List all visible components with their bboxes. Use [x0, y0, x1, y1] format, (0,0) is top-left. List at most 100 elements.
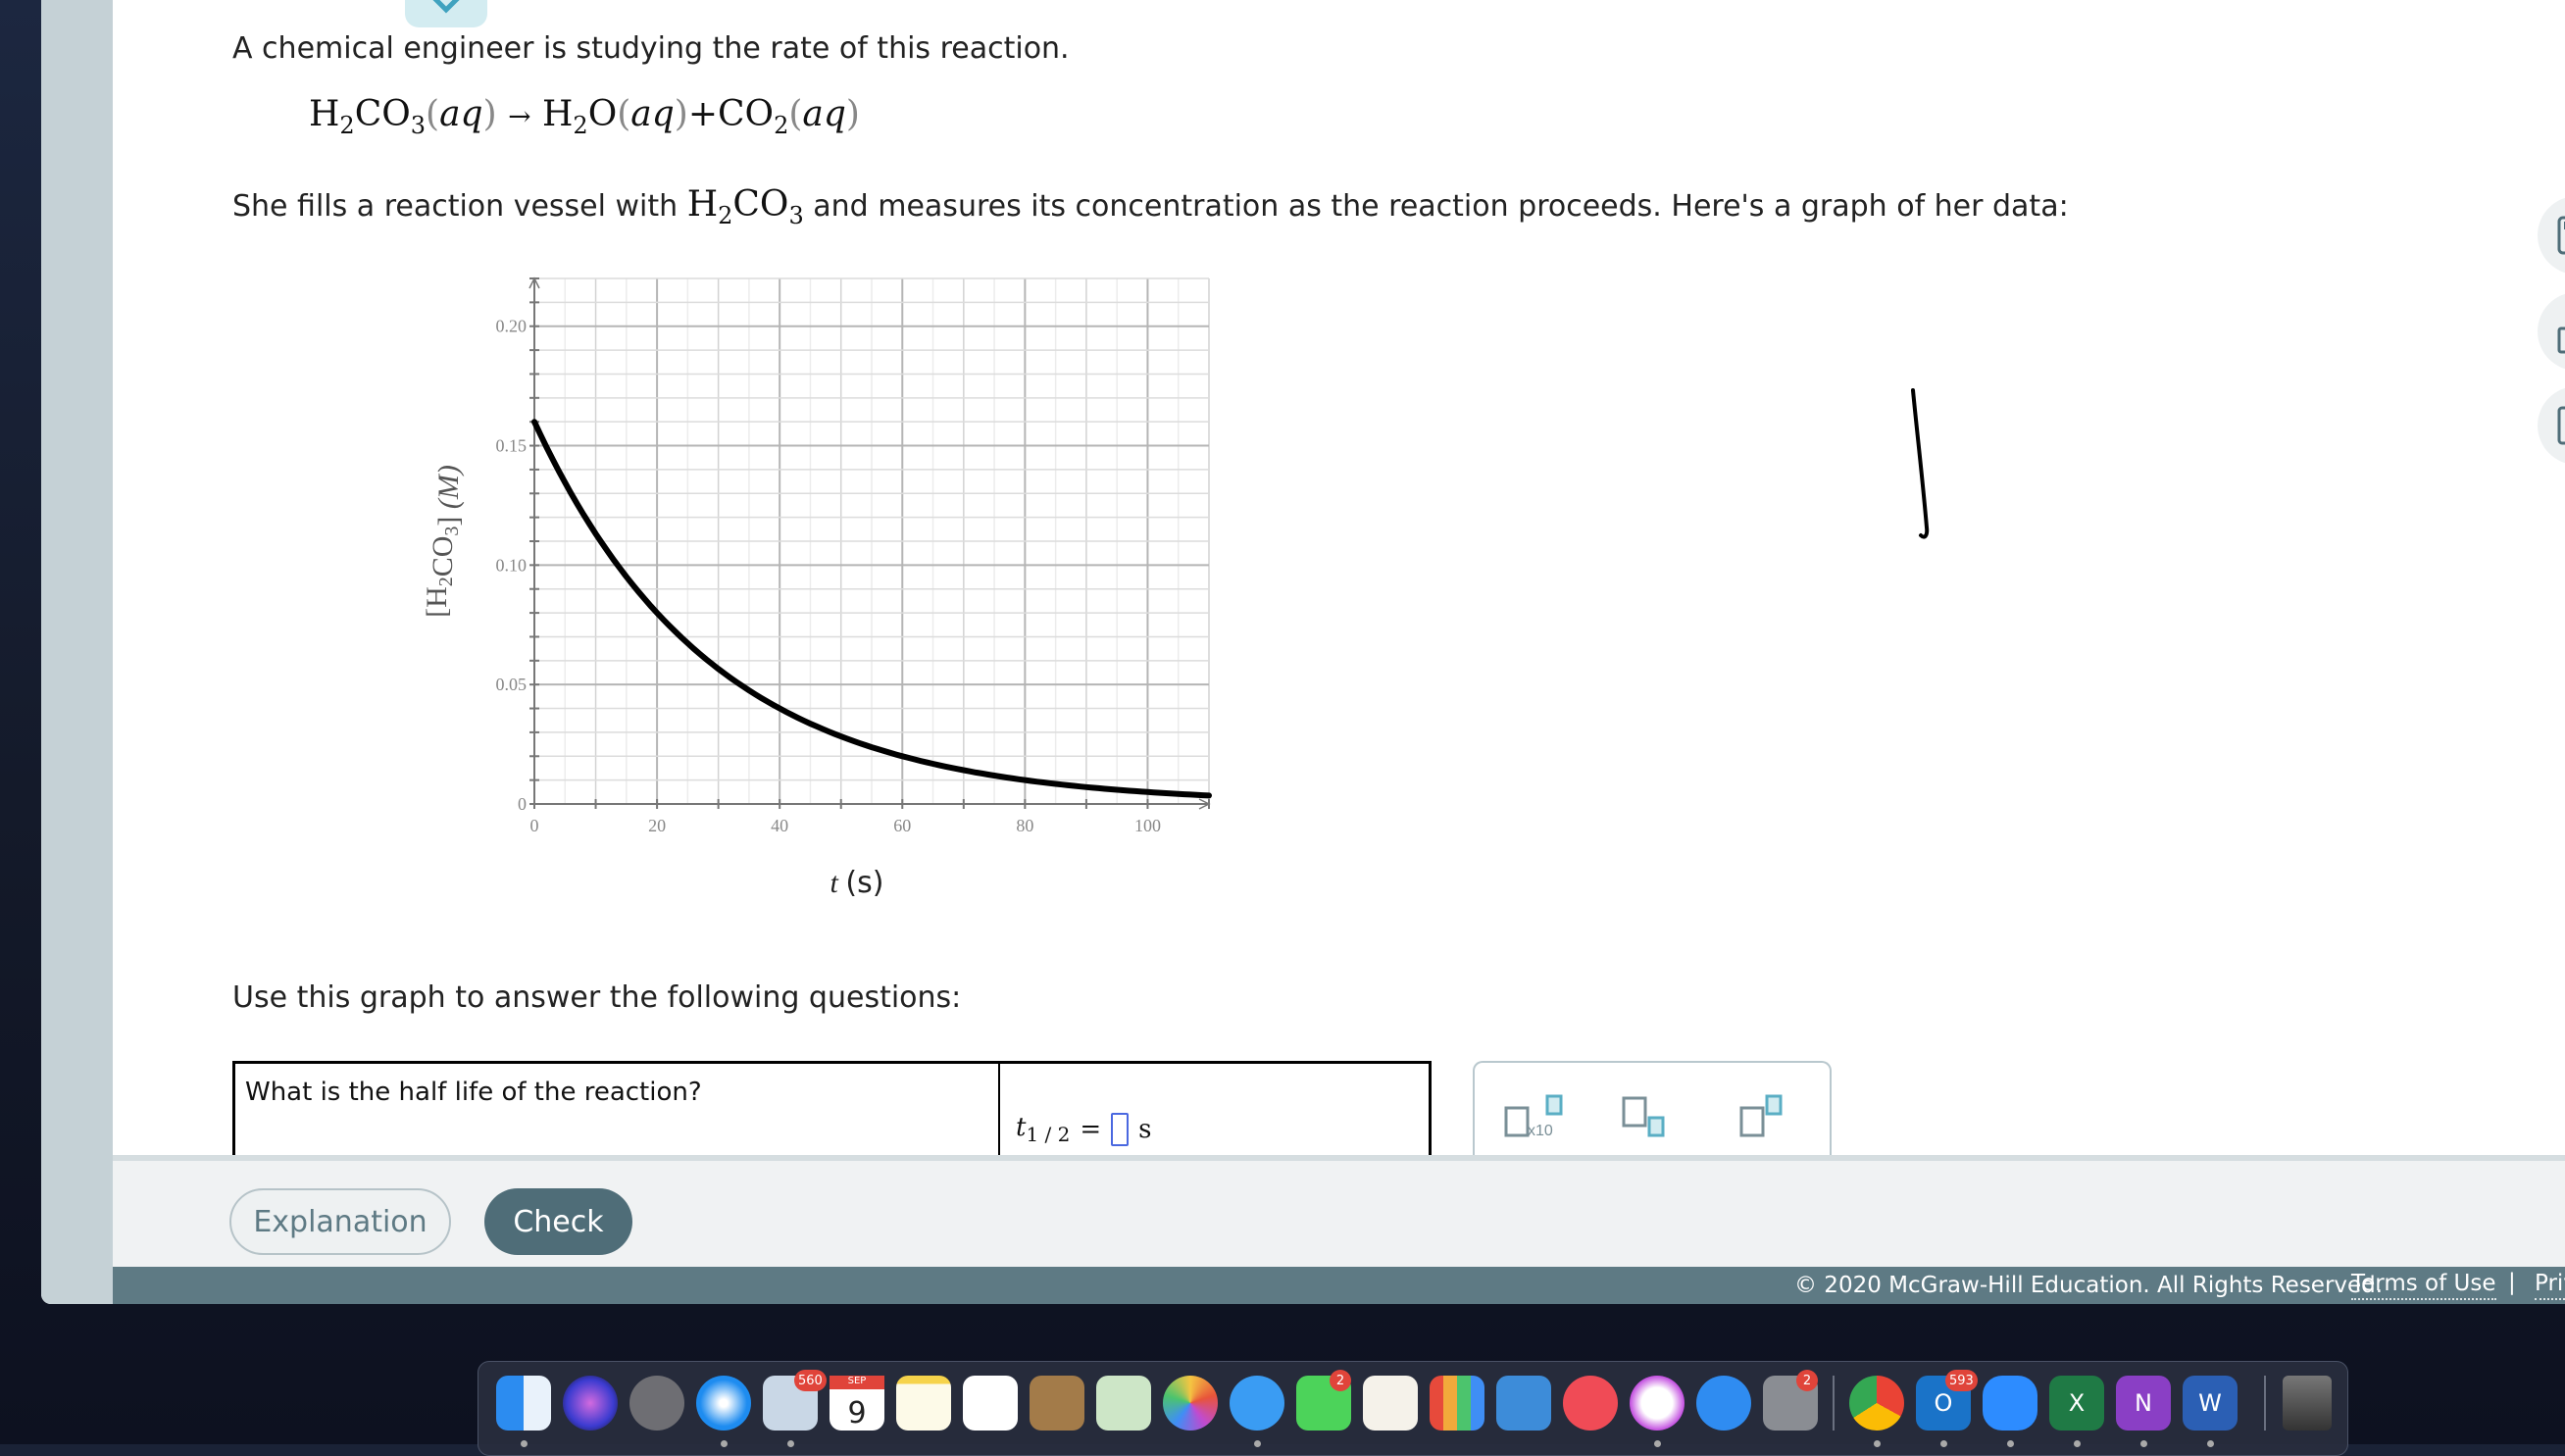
y-tick-label: 0.05 [496, 675, 528, 694]
terms-of-use-link[interactable]: Terms of Use [2351, 1271, 2496, 1300]
outlook-badge: 593 [1945, 1370, 1978, 1391]
calendar-month: SEP [830, 1376, 884, 1389]
y-axis-label-part: CO [427, 536, 459, 577]
x-tick-label: 20 [648, 816, 666, 835]
y-axis-label-part: (M) [432, 465, 465, 509]
macos-dock: 560 SEP 9 2 2 O 593 X N W [478, 1361, 2348, 1456]
left-gutter [41, 0, 113, 1304]
siri-app-icon[interactable] [563, 1376, 618, 1431]
y-axis-label-part: 3 [441, 527, 463, 536]
itunes-app-icon[interactable] [1630, 1376, 1685, 1431]
context-text: She fills a reaction vessel with H2CO3 a… [232, 184, 2069, 229]
reaction-equation: H2CO3(aq) → H2O(aq)+CO2(aq) [309, 94, 860, 139]
safari-app-icon[interactable] [696, 1376, 751, 1431]
calculator-icon [2557, 216, 2565, 255]
outlook-letter: O [1934, 1389, 1953, 1417]
intro-text: A chemical engineer is studying the rate… [232, 31, 1070, 66]
pages-app-icon[interactable] [1363, 1376, 1418, 1431]
mail-badge: 560 [794, 1370, 827, 1391]
explanation-button[interactable]: Explanation [229, 1188, 451, 1255]
x-tick-label: 40 [771, 816, 788, 835]
context-compound: H2CO3 [687, 184, 804, 229]
x10-exponent-icon: x10 [1504, 1094, 1563, 1139]
photos-app-icon[interactable] [1163, 1376, 1218, 1431]
x-axis-label: t (s) [830, 866, 884, 900]
eq-p1-state: aq [630, 94, 675, 134]
calendar-app-icon[interactable]: SEP 9 [830, 1376, 884, 1431]
half-life-var: t [1016, 1113, 1027, 1142]
mail-app-icon[interactable]: 560 [763, 1370, 827, 1431]
question-table: What is the half life of the reaction? t… [232, 1061, 1432, 1172]
cc-b: CO [732, 184, 789, 225]
eq-r-base: H [309, 94, 340, 134]
eq-p1-base: H [542, 94, 574, 134]
dock-separator [2264, 1376, 2266, 1431]
reaction-arrow: → [508, 100, 531, 132]
eq-p1-sub1: 2 [573, 112, 588, 139]
superscript-tool[interactable] [1739, 1094, 1788, 1147]
y-axis-label-part: 2 [435, 577, 457, 586]
instruction-text: Use this graph to answer the following q… [232, 980, 962, 1015]
check-button[interactable]: Check [484, 1188, 632, 1255]
notes-app-icon[interactable] [896, 1376, 951, 1431]
outlook-app-icon[interactable]: O 593 [1916, 1370, 1978, 1431]
excel-app-icon[interactable]: X [2049, 1376, 2104, 1431]
y-tick-label: 0.10 [496, 555, 528, 575]
eq-r-sub2: 3 [410, 112, 427, 139]
eq-r-state: aq [439, 94, 483, 134]
news-app-icon[interactable] [1563, 1376, 1618, 1431]
y-axis-label-part [432, 509, 465, 517]
y-axis-label: [H2CO3] (M) [421, 465, 465, 618]
word-app-icon[interactable]: W [2183, 1376, 2238, 1431]
pen-annotation-stroke [1911, 388, 1930, 539]
subscript-icon [1622, 1096, 1665, 1137]
math-tools-palette: x10 [1473, 1061, 1832, 1169]
footer-separator: | [2508, 1270, 2516, 1295]
copyright-text: © 2020 McGraw-Hill Education. All Rights… [1794, 1273, 2384, 1298]
context-after: and measures its concentration as the re… [803, 189, 2069, 224]
superscript-icon [1739, 1094, 1783, 1137]
system-preferences-icon[interactable]: 2 [1763, 1370, 1818, 1431]
excel-letter: X [2068, 1389, 2086, 1417]
trash-icon[interactable] [2283, 1376, 2332, 1431]
onenote-app-icon[interactable]: N [2116, 1376, 2171, 1431]
scientific-notation-tool[interactable]: x10 [1504, 1094, 1573, 1147]
reminders-app-icon[interactable] [963, 1376, 1018, 1431]
cc-sub1: 2 [718, 202, 733, 229]
chevron-down-icon [432, 0, 460, 14]
y-axis-label-text: [H2CO3] (M) [421, 465, 465, 618]
y-axis-label-part: [H [421, 586, 453, 618]
question-prompt: What is the half life of the reaction? [245, 1078, 702, 1107]
half-life-answer-input[interactable] [1111, 1113, 1130, 1147]
privacy-link[interactable]: Privacy [2535, 1271, 2565, 1300]
launchpad-app-icon[interactable] [629, 1376, 684, 1431]
x-tick-label: 60 [893, 816, 911, 835]
equals-sign: = [1080, 1115, 1102, 1145]
messages-app-icon[interactable] [1230, 1376, 1284, 1431]
maps-app-icon[interactable] [1096, 1376, 1151, 1431]
x10-label: x10 [1528, 1123, 1553, 1139]
keynote-app-icon[interactable] [1496, 1376, 1551, 1431]
app-store-icon[interactable] [1696, 1376, 1751, 1431]
dock-separator [1833, 1376, 1835, 1431]
x-tick-label: 80 [1016, 816, 1033, 835]
collapse-toggle[interactable] [405, 0, 487, 27]
x-tick-label: 100 [1134, 816, 1161, 835]
sysprefs-badge: 2 [1796, 1370, 1818, 1391]
answer-cell: t1 / 2 = s [1016, 1113, 1152, 1146]
subscript-tool[interactable] [1622, 1094, 1671, 1147]
finder-app-icon[interactable] [496, 1376, 551, 1431]
cc-sub2: 3 [788, 202, 804, 229]
periodic-table-icon: 18 Ar [2557, 406, 2565, 445]
y-tick-label: 0.15 [496, 436, 528, 456]
facetime-app-icon[interactable]: 2 [1296, 1370, 1351, 1431]
contacts-app-icon[interactable] [1030, 1376, 1084, 1431]
eq-p2-base: CO [718, 94, 775, 134]
zoom-app-icon[interactable] [1983, 1376, 2037, 1431]
y-axis-label-part: ] [432, 517, 465, 527]
numbers-app-icon[interactable] [1430, 1376, 1484, 1431]
chrome-app-icon[interactable] [1849, 1376, 1904, 1431]
y-tick-label: 0 [518, 794, 527, 814]
action-bar: Explanation Check [113, 1155, 2565, 1267]
calendar-day: 9 [847, 1396, 867, 1431]
